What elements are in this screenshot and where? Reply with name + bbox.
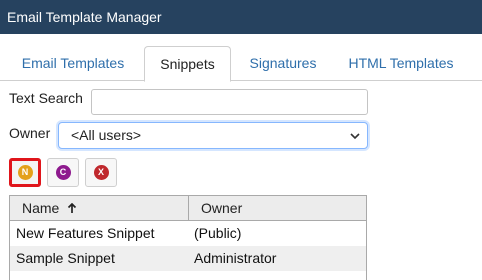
cell-owner: (Public) [194,225,242,241]
owner-select[interactable]: <All users> [58,122,368,149]
column-header-name[interactable]: Name [22,196,77,220]
tab-html-templates[interactable]: HTML Templates [337,46,465,81]
text-search-input[interactable] [91,89,368,115]
tab-bar: Email Templates Snippets Signatures HTML… [0,46,482,82]
delete-snippet-button[interactable]: X [85,158,117,187]
tab-signatures[interactable]: Signatures [237,46,329,81]
app-title-bar: Email Template Manager [0,0,482,34]
cell-owner: Administrator [194,250,277,266]
tab-email-templates[interactable]: Email Templates [10,46,136,81]
copy-icon: C [55,165,71,180]
column-header-owner[interactable]: Owner [201,196,242,220]
cell-name: New Features Snippet [16,225,155,241]
owner-select-value: <All users> [71,127,142,143]
chevron-down-icon [350,133,360,140]
table-row[interactable]: New Features Snippet (Public) [10,221,366,246]
snippets-grid: Name Owner New Features Snippet (Public)… [9,195,367,280]
text-search-label: Text Search [9,90,83,106]
new-icon: N [17,165,33,180]
copy-snippet-button[interactable]: C [47,158,79,187]
cell-name: Sample Snippet [16,250,115,266]
new-snippet-button[interactable]: N [9,158,41,187]
owner-label: Owner [9,125,51,141]
column-divider [188,196,189,220]
sort-up-arrow-icon [68,202,77,213]
column-header-name-label: Name [22,200,60,216]
delete-icon: X [93,165,109,180]
app-title: Email Template Manager [7,9,162,25]
tab-snippets[interactable]: Snippets [144,46,231,82]
table-row[interactable]: Sample Snippet Administrator [10,246,366,271]
grid-header: Name Owner [10,196,366,221]
